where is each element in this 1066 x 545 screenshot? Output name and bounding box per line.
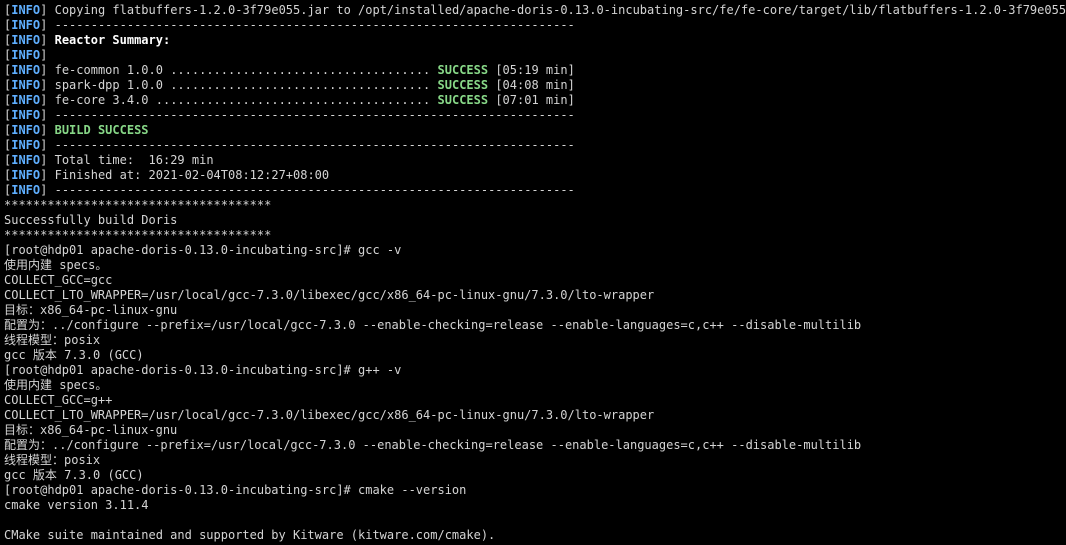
terminal-line: COLLECT_GCC=gcc bbox=[4, 273, 113, 287]
terminal-line: ************************************* bbox=[4, 198, 272, 212]
line-text: ----------------------------------------… bbox=[47, 183, 575, 197]
terminal-line: 目标：x86_64-pc-linux-gnu bbox=[4, 303, 178, 317]
shell-prompt-line: [root@hdp01 apache-doris-0.13.0-incubati… bbox=[4, 363, 402, 377]
terminal-line: 目标：x86_64-pc-linux-gnu bbox=[4, 423, 178, 437]
info-tag: INFO bbox=[11, 93, 41, 107]
reactor-summary-heading: Reactor Summary: bbox=[54, 33, 171, 47]
line-text: ----------------------------------------… bbox=[47, 18, 575, 32]
info-tag: INFO bbox=[11, 108, 41, 122]
success-status: SUCCESS bbox=[437, 78, 489, 92]
total-time-text: Total time: 16:29 min bbox=[47, 153, 214, 167]
line-duration: [05:19 min] bbox=[488, 63, 575, 77]
terminal-line: 配置为：../configure --prefix=/usr/local/gcc… bbox=[4, 318, 862, 332]
info-tag: INFO bbox=[11, 78, 41, 92]
info-tag: INFO bbox=[11, 63, 41, 77]
shell-prompt-line: [root@hdp01 apache-doris-0.13.0-incubati… bbox=[4, 243, 402, 257]
terminal-window[interactable]: [INFO] Copying flatbuffers-1.2.0-3f79e05… bbox=[0, 0, 1066, 545]
line-text: ----------------------------------------… bbox=[47, 138, 575, 152]
line-text: fe-core 3.4.0 ..........................… bbox=[47, 93, 438, 107]
info-tag: INFO bbox=[11, 183, 41, 197]
terminal-line: COLLECT_GCC=g++ bbox=[4, 393, 113, 407]
terminal-line: gcc 版本 7.3.0 (GCC) bbox=[4, 348, 144, 362]
line-text: ----------------------------------------… bbox=[47, 108, 575, 122]
info-tag: INFO bbox=[11, 48, 41, 62]
success-status: SUCCESS bbox=[437, 93, 489, 107]
terminal-line: ************************************* bbox=[4, 228, 272, 242]
terminal-line: [INFO] Finished at: 2021-02-04T08:12:27+… bbox=[4, 168, 330, 182]
terminal-line: [INFO] BUILD SUCCESS bbox=[4, 123, 149, 137]
shell-prompt-line: [root@hdp01 apache-doris-0.13.0-incubati… bbox=[4, 483, 467, 497]
success-status: SUCCESS bbox=[437, 63, 489, 77]
line-duration: [04:08 min] bbox=[488, 78, 575, 92]
build-success-status: BUILD SUCCESS bbox=[54, 123, 149, 137]
terminal-line: 线程模型：posix bbox=[4, 333, 101, 347]
finished-at-text: Finished at: 2021-02-04T08:12:27+08:00 bbox=[47, 168, 330, 182]
terminal-line: [INFO] Reactor Summary: bbox=[4, 33, 171, 47]
terminal-line: [INFO] ---------------------------------… bbox=[4, 138, 575, 152]
terminal-line: cmake version 3.11.4 bbox=[4, 498, 149, 512]
terminal-line: [INFO] ---------------------------------… bbox=[4, 18, 575, 32]
info-tag: INFO bbox=[11, 33, 41, 47]
terminal-line: [INFO] Copying flatbuffers-1.2.0-3f79e05… bbox=[4, 3, 1066, 18]
terminal-line: 配置为：../configure --prefix=/usr/local/gcc… bbox=[4, 438, 862, 452]
info-tag: INFO bbox=[11, 168, 41, 182]
terminal-line: 使用内建 specs。 bbox=[4, 258, 108, 272]
terminal-line: [INFO] Total time: 16:29 min bbox=[4, 153, 214, 167]
terminal-line: [INFO] fe-common 1.0.0 .................… bbox=[4, 63, 575, 77]
line-duration: [07:01 min] bbox=[488, 93, 575, 107]
terminal-line: Successfully build Doris bbox=[4, 213, 178, 227]
line-text: Copying flatbuffers-1.2.0-3f79e055.jar t… bbox=[47, 3, 1066, 17]
terminal-line: 线程模型：posix bbox=[4, 453, 101, 467]
terminal-line: CMake suite maintained and supported by … bbox=[4, 528, 496, 542]
terminal-line: [INFO] ---------------------------------… bbox=[4, 108, 575, 122]
terminal-line: [INFO] fe-core 3.4.0 ...................… bbox=[4, 93, 575, 107]
info-tag: INFO bbox=[11, 3, 41, 17]
terminal-line: 使用内建 specs。 bbox=[4, 378, 108, 392]
line-text: spark-dpp 1.0.0 ........................… bbox=[47, 78, 438, 92]
terminal-line: [INFO] bbox=[4, 48, 48, 62]
terminal-line: COLLECT_LTO_WRAPPER=/usr/local/gcc-7.3.0… bbox=[4, 288, 655, 302]
terminal-line: COLLECT_LTO_WRAPPER=/usr/local/gcc-7.3.0… bbox=[4, 408, 655, 422]
terminal-line: [INFO] ---------------------------------… bbox=[4, 183, 575, 197]
terminal-line: [INFO] spark-dpp 1.0.0 .................… bbox=[4, 78, 575, 92]
line-text: fe-common 1.0.0 ........................… bbox=[47, 63, 438, 77]
info-tag: INFO bbox=[11, 153, 41, 167]
info-tag: INFO bbox=[11, 18, 41, 32]
terminal-line: gcc 版本 7.3.0 (GCC) bbox=[4, 468, 144, 482]
info-tag: INFO bbox=[11, 138, 41, 152]
info-tag: INFO bbox=[11, 123, 41, 137]
